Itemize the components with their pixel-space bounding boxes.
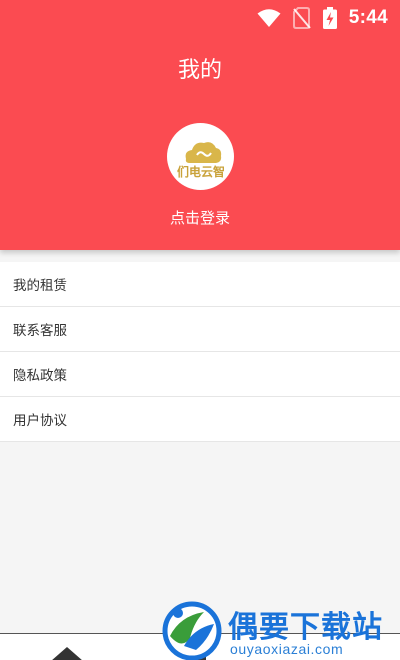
no-sim-icon: [292, 7, 311, 29]
status-bar: 5:44: [0, 0, 400, 36]
profile-header: 5:44 我的 们电云智 点击登录: [0, 0, 400, 250]
menu-item-privacy-policy[interactable]: 隐私政策: [0, 352, 400, 397]
page-title: 我的: [177, 58, 222, 83]
login-link[interactable]: 点击登录: [0, 207, 400, 228]
nav-home[interactable]: [50, 646, 84, 660]
watermark-logo-icon: [162, 601, 222, 660]
brand-logo-icon: 们电云智: [176, 141, 225, 179]
status-time: 5:44: [348, 7, 388, 28]
menu-item-my-rentals[interactable]: 我的租赁: [0, 262, 400, 307]
battery-charging-icon: [322, 7, 337, 29]
wifi-icon: [257, 8, 281, 28]
profile-menu: 我的租赁 联系客服 隐私政策 用户协议: [0, 262, 400, 442]
watermark-title: 偶要下载站: [228, 610, 383, 645]
menu-item-user-agreement[interactable]: 用户协议: [0, 397, 400, 442]
home-icon: [52, 647, 82, 660]
menu-item-contact-support[interactable]: 联系客服: [0, 307, 400, 352]
avatar[interactable]: 们电云智: [167, 123, 234, 190]
brand-logo-text: 们电云智: [176, 164, 224, 179]
watermark: 偶要下载站 ouyaoxiazai.com: [160, 598, 400, 660]
watermark-url: ouyaoxiazai.com: [230, 641, 344, 657]
status-icons: 5:44: [257, 6, 388, 30]
